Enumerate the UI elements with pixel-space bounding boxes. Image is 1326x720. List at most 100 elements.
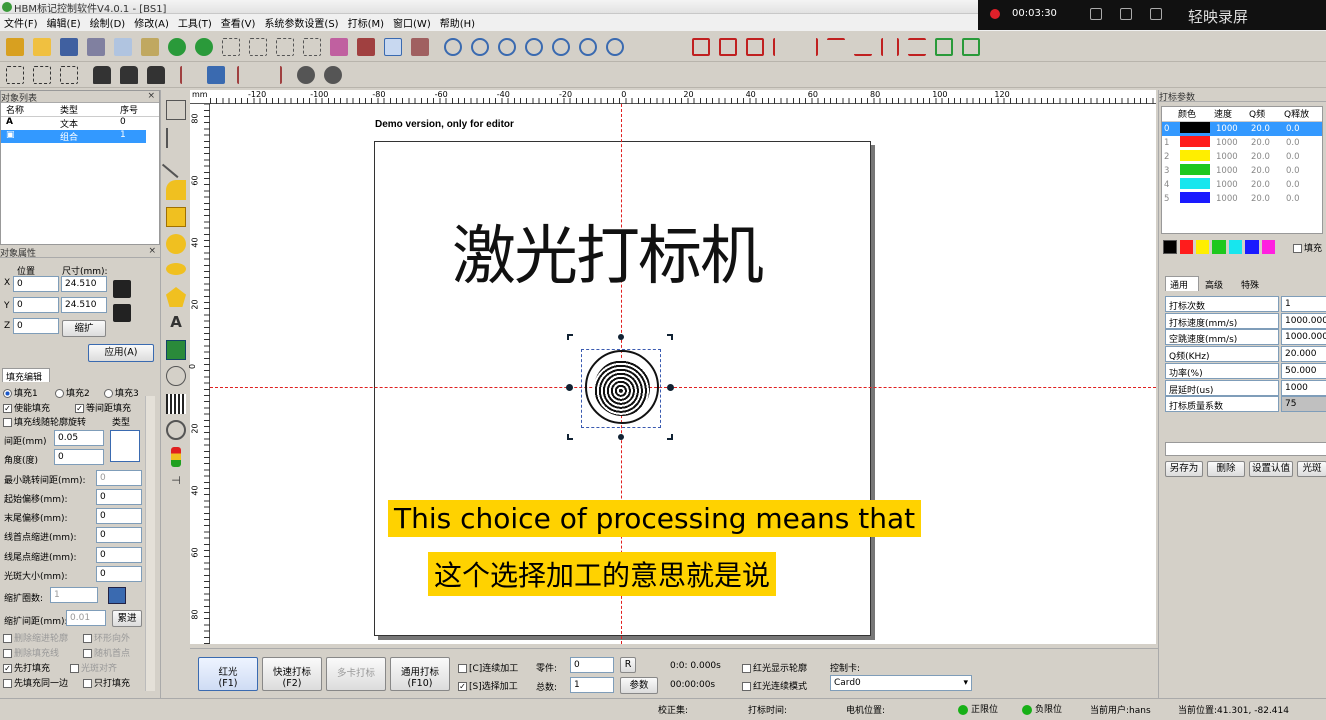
pointer-icon[interactable] [166, 100, 186, 120]
eye-icon[interactable] [297, 66, 315, 84]
node-icon[interactable] [166, 128, 186, 148]
first-fill-checkbox[interactable]: ✓ 先打填充 [3, 661, 50, 674]
y-field[interactable]: 0 [13, 297, 59, 313]
continuous-checkbox[interactable]: [C]连续加工 [458, 661, 518, 674]
save-icon[interactable] [60, 38, 78, 56]
scale-handle-tr[interactable] [667, 334, 673, 340]
ring-out-checkbox[interactable]: 环形向外 [83, 631, 130, 644]
fill-same-side-checkbox[interactable]: 先填充同一边 [3, 676, 68, 689]
col-qrelease[interactable]: Q释放 [1284, 107, 1309, 121]
barcode-tool-icon[interactable] [166, 394, 186, 414]
pen-row[interactable]: 1 1000 20.0 0.0 [1162, 136, 1322, 150]
select-node-icon[interactable] [276, 38, 294, 56]
follow-contour-checkbox[interactable]: 填充线随轮廓旋转 [3, 415, 86, 428]
rect-tool-icon[interactable] [166, 207, 186, 227]
menu-window[interactable]: 窗口(W) [393, 15, 431, 30]
align-left-icon[interactable] [773, 38, 791, 56]
lock-all-icon[interactable] [147, 66, 165, 84]
random-start-checkbox[interactable]: 随机首点 [83, 646, 130, 659]
spot-align-checkbox[interactable]: 光斑对齐 [70, 661, 117, 674]
fill-only-checkbox[interactable]: 只打填充 [83, 676, 130, 689]
menu-view[interactable]: 查看(V) [221, 15, 256, 30]
scale-handle-left[interactable] [566, 384, 573, 391]
timer-tool-icon[interactable] [166, 420, 186, 440]
col-index[interactable]: 序号 [120, 103, 138, 116]
control-card-select[interactable]: Card0 ▾ [830, 675, 972, 691]
bitmap-tool-icon[interactable] [166, 340, 186, 360]
height-field[interactable]: 24.510 [61, 297, 107, 313]
scale-handle-right[interactable] [667, 384, 674, 391]
list-item[interactable]: A 文本 0 [1, 117, 159, 130]
select-all-icon[interactable] [222, 38, 240, 56]
swatch-blue[interactable] [1245, 240, 1259, 254]
select-group-icon[interactable] [303, 38, 321, 56]
col-speed[interactable]: 速度 [1214, 107, 1249, 121]
hatch-icon[interactable] [330, 38, 348, 56]
param-icon[interactable] [411, 38, 429, 56]
scale-handle-bottom[interactable] [618, 434, 624, 440]
new-file-icon[interactable] [6, 38, 24, 56]
swatch-yellow[interactable] [1195, 240, 1210, 254]
distribute-h-icon[interactable] [881, 38, 899, 56]
reset-button[interactable]: R [620, 657, 636, 673]
zoom-in-2-icon[interactable] [498, 38, 516, 56]
fill1-radio[interactable]: 填充1 [3, 386, 38, 399]
center-h-icon[interactable] [935, 38, 953, 56]
mirror-h-icon[interactable] [237, 66, 255, 84]
fill-type-button[interactable] [110, 430, 140, 462]
fill3-radio[interactable]: 填充3 [104, 386, 139, 399]
col-color[interactable]: 颜色 [1178, 107, 1214, 121]
align-horizontal-icon[interactable] [692, 38, 710, 56]
accumulate-button[interactable]: 累进 [112, 610, 142, 627]
menu-system[interactable]: 系统参数设置(S) [264, 15, 338, 30]
curve-tool-icon[interactable] [166, 180, 186, 200]
z-field[interactable]: 0 [13, 318, 59, 334]
align-center-icon[interactable] [746, 38, 764, 56]
pen-row[interactable]: 4 1000 20.0 0.0 [1162, 178, 1322, 192]
select-invert-icon[interactable] [249, 38, 267, 56]
tab-general[interactable]: 通用 [1165, 276, 1199, 291]
zoom-all-icon[interactable] [552, 38, 570, 56]
mic-icon[interactable] [1120, 8, 1132, 20]
col-name[interactable]: 名称 [6, 103, 60, 116]
menu-draw[interactable]: 绘制(D) [90, 15, 126, 30]
zoom-selection-icon[interactable] [579, 38, 597, 56]
fill2-radio[interactable]: 填充2 [55, 386, 90, 399]
menu-edit[interactable]: 编辑(E) [47, 15, 81, 30]
swatch-green[interactable] [1212, 240, 1226, 254]
marking-text-object[interactable]: 激光打标机 [452, 205, 764, 297]
text-tool-icon[interactable]: A [166, 313, 186, 333]
pen-row[interactable]: 5 1000 20.0 0.0 [1162, 192, 1322, 206]
motion-tool-icon[interactable]: ⊣ [166, 474, 186, 494]
eye-hide-icon[interactable] [324, 66, 342, 84]
col-type[interactable]: 类型 [60, 103, 120, 116]
camera-icon[interactable] [1150, 8, 1162, 20]
equal-spacing-checkbox[interactable]: ✓ 等间距填充 [75, 401, 131, 414]
menu-modify[interactable]: 修改(A) [134, 15, 169, 30]
break-icon[interactable] [60, 66, 78, 84]
undo-icon[interactable] [168, 38, 186, 56]
parts-field[interactable]: 0 [570, 657, 614, 673]
swatch-black[interactable] [1163, 240, 1177, 254]
anchor-icon[interactable] [113, 304, 131, 322]
min-jump-field[interactable]: 0 [96, 470, 142, 486]
redo-icon[interactable] [195, 38, 213, 56]
io-tool-icon[interactable] [171, 447, 181, 467]
expand-gap-field[interactable]: 0.01 [66, 610, 106, 626]
param-value[interactable]: 1000.000 [1281, 329, 1326, 346]
param-button[interactable]: 参数 [620, 677, 658, 694]
delete-button[interactable]: 删除 [1207, 461, 1245, 477]
total-field[interactable]: 1 [570, 677, 614, 693]
record-icon[interactable] [990, 9, 1000, 19]
lock-icon[interactable] [93, 66, 111, 84]
center-v-icon[interactable] [962, 38, 980, 56]
open-file-icon[interactable] [33, 38, 51, 56]
param-scrollbar[interactable] [1165, 442, 1326, 456]
zoom-out-icon[interactable] [525, 38, 543, 56]
pen-row[interactable]: 3 1000 20.0 0.0 [1162, 164, 1322, 178]
import-icon[interactable] [207, 66, 225, 84]
vector-file-icon[interactable] [166, 366, 186, 386]
end-offset-field[interactable]: 0 [96, 508, 142, 524]
close-icon[interactable]: × [147, 91, 155, 101]
fast-mark-button[interactable]: 快速打标 (F2) [262, 657, 322, 691]
